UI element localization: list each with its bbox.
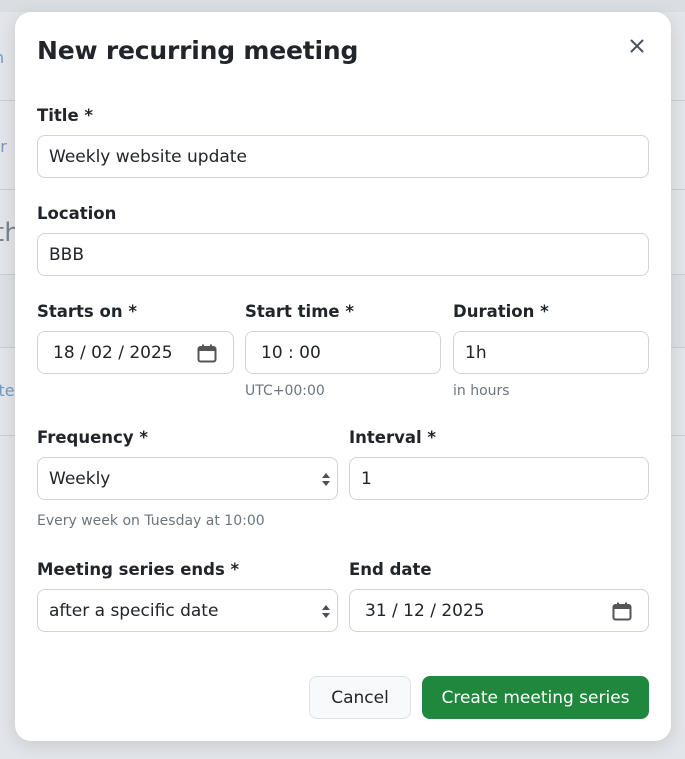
start-time-value: 10 : 00 (261, 342, 321, 363)
frequency-label: Frequency * (37, 428, 148, 447)
duration-input[interactable]: 1h (453, 331, 649, 374)
location-field: Location (37, 204, 116, 228)
title-input[interactable]: Weekly website update (37, 135, 649, 178)
dialog-title: New recurring meeting (37, 36, 359, 65)
interval-label: Interval * (349, 428, 437, 447)
end-date-label: End date (349, 560, 432, 579)
start-time-input[interactable]: 10 : 00 (245, 331, 441, 374)
title-label: Title * (37, 106, 94, 125)
interval-input[interactable]: 1 (349, 457, 649, 500)
interval-field: Interval * (349, 428, 436, 452)
timezone-help-text: UTC+00:00 (245, 383, 325, 399)
series-ends-value: after a specific date (49, 600, 219, 621)
frequency-help-text: Every week on Tuesday at 10:00 (37, 513, 265, 529)
starts-on-date-input[interactable]: 18 / 02 / 2025 (37, 331, 234, 374)
cancel-button[interactable]: Cancel (309, 676, 411, 719)
end-date-field: End date (349, 560, 432, 584)
start-time-field: Start time * (245, 302, 354, 326)
frequency-select-arrows (321, 472, 331, 492)
calendar-icon (197, 344, 217, 363)
frequency-value: Weekly (49, 468, 111, 489)
end-date-value: 31 / 12 / 2025 (365, 600, 485, 621)
title-value: Weekly website update (49, 146, 247, 167)
select-arrows-icon (322, 473, 330, 486)
duration-label: Duration * (453, 302, 549, 321)
background-link-fragment: n (0, 48, 4, 67)
duration-value: 1h (465, 342, 487, 363)
background-topbar (0, 0, 685, 12)
close-icon (630, 39, 644, 53)
calendar-icon (612, 602, 632, 621)
calendar-picker-button[interactable] (197, 344, 217, 368)
interval-value: 1 (361, 468, 372, 489)
frequency-select[interactable]: Weekly (37, 457, 338, 500)
series-ends-select-arrows (321, 604, 331, 624)
close-button[interactable] (625, 34, 649, 58)
starts-on-label: Starts on * (37, 302, 137, 321)
starts-on-value: 18 / 02 / 2025 (53, 342, 173, 363)
starts-on-field: Starts on * (37, 302, 137, 326)
series-ends-label: Meeting series ends * (37, 560, 240, 579)
duration-help-text: in hours (453, 383, 510, 399)
title-field: Title * (37, 106, 93, 130)
create-meeting-series-button[interactable]: Create meeting series (422, 676, 649, 719)
duration-field: Duration * (453, 302, 549, 326)
series-ends-field: Meeting series ends * (37, 560, 239, 584)
series-ends-select[interactable]: after a specific date (37, 589, 338, 632)
start-time-label: Start time * (245, 302, 354, 321)
calendar-picker-button[interactable] (612, 602, 632, 626)
location-value: BBB (49, 244, 84, 265)
select-arrows-icon (322, 605, 330, 618)
location-input[interactable]: BBB (37, 233, 649, 276)
new-recurring-meeting-dialog: New recurring meeting Title * Weekly web… (15, 12, 671, 741)
end-date-input[interactable]: 31 / 12 / 2025 (349, 589, 649, 632)
background-link-fragment: tr (0, 137, 7, 156)
location-label: Location (37, 204, 117, 223)
background-link-fragment: ite (0, 381, 15, 400)
frequency-field: Frequency * (37, 428, 148, 452)
